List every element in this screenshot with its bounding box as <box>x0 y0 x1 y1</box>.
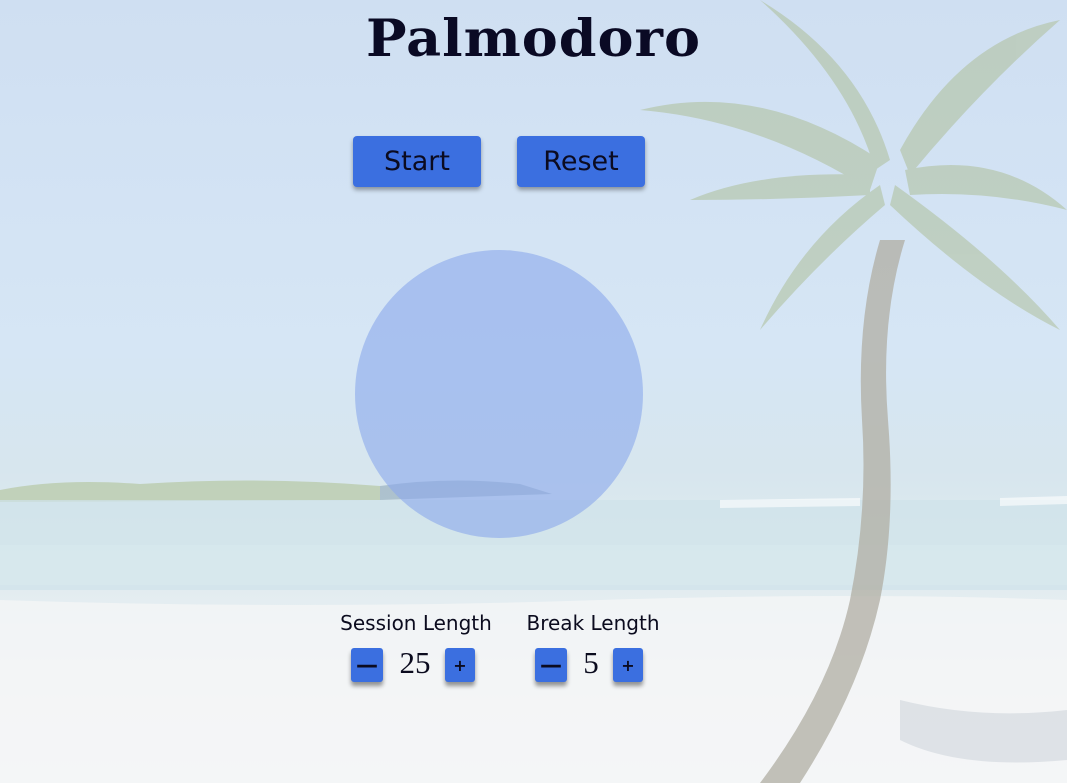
app-title: Palmodoro <box>365 7 702 69</box>
break-length-label: Break Length <box>526 611 660 635</box>
plus-icon: + <box>453 655 467 675</box>
session-increment-button[interactable]: + <box>445 648 475 682</box>
start-button[interactable]: Start <box>353 136 481 187</box>
session-length-value: 25 <box>399 645 431 680</box>
break-length-value: 5 <box>583 645 599 680</box>
plus-icon: + <box>621 655 635 675</box>
reset-button[interactable]: Reset <box>517 136 645 187</box>
session-decrement-button[interactable]: — <box>351 648 383 682</box>
break-increment-button[interactable]: + <box>613 648 643 682</box>
minus-icon: — <box>356 652 378 678</box>
minus-icon: — <box>540 652 562 678</box>
session-length-label: Session Length <box>340 611 492 635</box>
break-decrement-button[interactable]: — <box>535 648 567 682</box>
timer-circle <box>355 250 643 538</box>
